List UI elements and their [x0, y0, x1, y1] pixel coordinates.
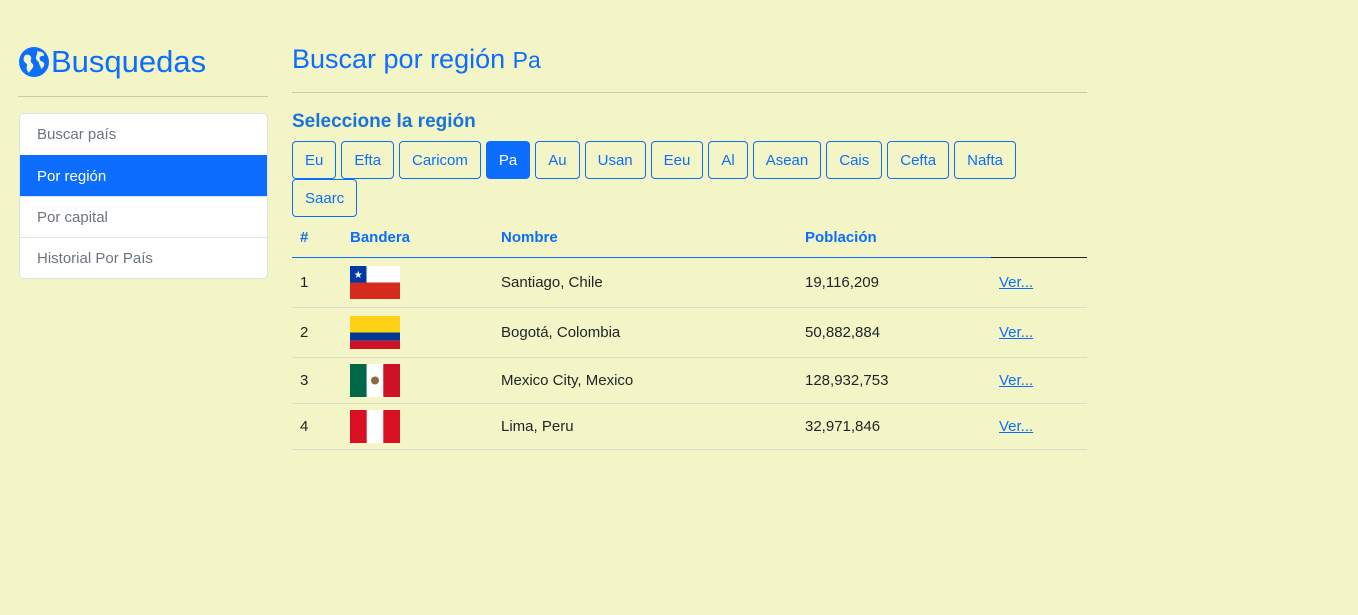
sidebar-menu: Buscar país Por región Por capital Histo… [19, 113, 268, 279]
sidebar-divider [18, 96, 268, 97]
region-button-asean[interactable]: Asean [752, 141, 822, 179]
colombia-flag [342, 307, 493, 358]
row-name: Santiago, Chile [493, 257, 797, 308]
row-population: 19,116,209 [797, 257, 991, 308]
table-row: 1 ★ Santiago, Chile 19,116,209 Ver... [292, 257, 1087, 308]
sidebar-item-historial[interactable]: Historial Por País [20, 237, 267, 278]
row-actions: Ver... [991, 403, 1087, 450]
sidebar-brand: Busquedas [18, 44, 206, 80]
region-button-eu[interactable]: Eu [292, 141, 337, 179]
region-button-usan[interactable]: Usan [584, 141, 646, 179]
region-button-eeu[interactable]: Eeu [650, 141, 704, 179]
row-number: 2 [292, 307, 342, 358]
col-name: Nombre [493, 218, 797, 258]
region-button-cefta[interactable]: Cefta [887, 141, 950, 179]
title-divider [292, 92, 1087, 93]
region-button-cais[interactable]: Cais [826, 141, 883, 179]
region-button-saarc[interactable]: Saarc [292, 179, 358, 217]
sidebar-item-por-region[interactable]: Por región [20, 155, 267, 196]
region-subtitle: Seleccione la región [292, 111, 476, 132]
row-number: 1 [292, 257, 342, 308]
region-button-efta[interactable]: Efta [341, 141, 395, 179]
svg-text:★: ★ [354, 270, 363, 281]
row-number: 3 [292, 357, 342, 404]
row-actions: Ver... [991, 257, 1087, 308]
row-population: 128,932,753 [797, 357, 991, 404]
chile-flag: ★ [342, 257, 493, 308]
sidebar-item-por-capital[interactable]: Por capital [20, 196, 267, 237]
table-row: 4 Lima, Peru 32,971,846 Ver... [292, 403, 1087, 450]
peru-flag [342, 403, 493, 450]
page-title-text: Buscar por región [292, 44, 506, 74]
page-title: Buscar por región Pa [292, 44, 541, 75]
page-title-region: Pa [512, 47, 541, 73]
row-actions: Ver... [991, 357, 1087, 404]
sidebar-item-buscar-pais[interactable]: Buscar país [20, 114, 267, 155]
col-population: Población [797, 218, 991, 258]
row-number: 4 [292, 403, 342, 450]
view-link[interactable]: Ver... [999, 372, 1033, 389]
col-flag: Bandera [342, 218, 493, 258]
region-button-al[interactable]: Al [708, 141, 748, 179]
table-row: 3 Mexico City, Mexico 128,932,753 Ver... [292, 357, 1087, 404]
row-name: Lima, Peru [493, 403, 797, 450]
row-population: 32,971,846 [797, 403, 991, 450]
region-button-pa[interactable]: Pa [485, 141, 531, 179]
region-button-au[interactable]: Au [535, 141, 580, 179]
region-button-caricom[interactable]: Caricom [399, 141, 481, 179]
col-number: # [292, 218, 342, 258]
col-actions [991, 218, 1087, 258]
row-actions: Ver... [991, 307, 1087, 358]
results-table: # Bandera Nombre Población 1 ★ Santiago, C… [292, 218, 1087, 450]
view-link[interactable]: Ver... [999, 274, 1033, 291]
row-name: Bogotá, Colombia [493, 307, 797, 358]
view-link[interactable]: Ver... [999, 418, 1033, 435]
view-link[interactable]: Ver... [999, 324, 1033, 341]
mexico-flag [342, 357, 493, 404]
region-buttons: Eu Efta Caricom Pa Au Usan Eeu Al Asean Cais Cefta… [292, 141, 1032, 217]
region-button-nafta[interactable]: Nafta [954, 141, 1016, 179]
table-row: 2 Bogotá, Colombia 50,882,884 Ver... [292, 307, 1087, 358]
globe-icon [19, 47, 49, 77]
row-population: 50,882,884 [797, 307, 991, 358]
table-header-row: # Bandera Nombre Población [292, 218, 1087, 258]
sidebar-title: Busquedas [51, 44, 207, 79]
row-name: Mexico City, Mexico [493, 357, 797, 404]
